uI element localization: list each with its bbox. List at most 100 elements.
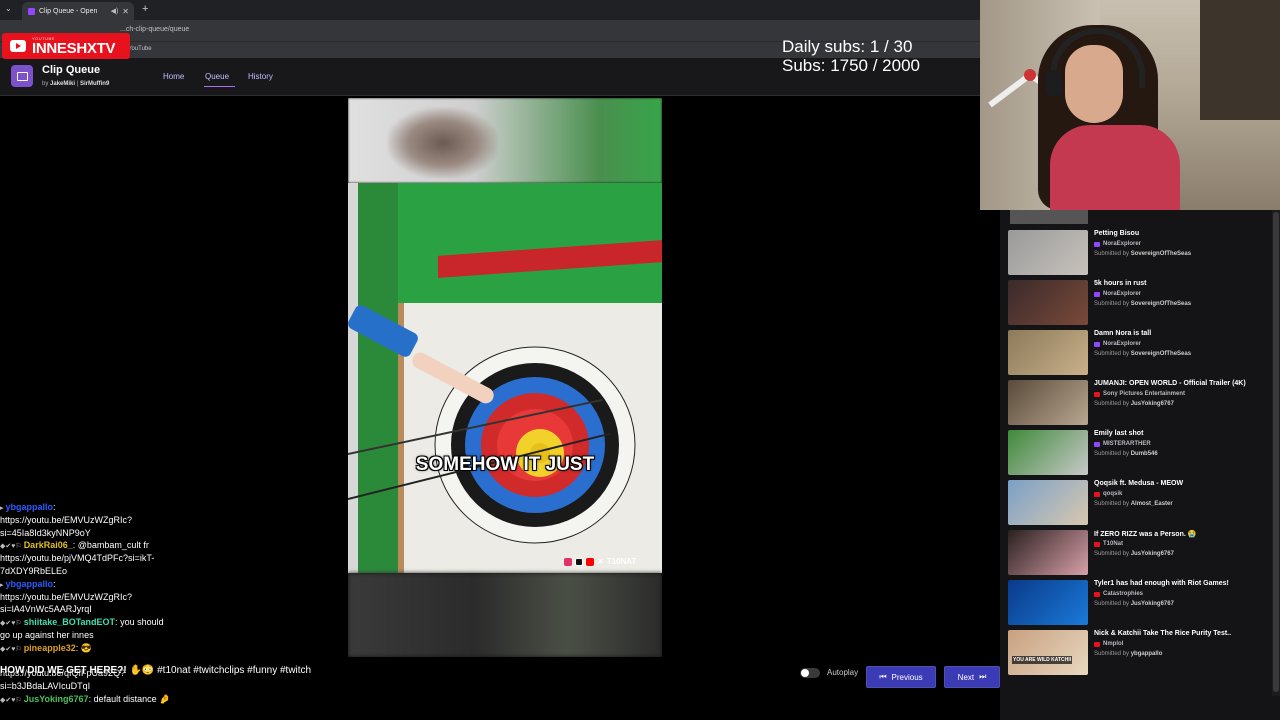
youtube-icon bbox=[1094, 391, 1100, 397]
channel-name: Nmplol bbox=[1103, 641, 1124, 647]
queue-item-thumbnail[interactable] bbox=[1008, 330, 1088, 375]
queue-item[interactable]: JUMANJI: OPEN WORLD - Official Trailer (… bbox=[1008, 380, 1268, 428]
queue-item[interactable]: 5k hours in rust NoraExplorer Submitted by… bbox=[1008, 280, 1268, 328]
chat-username[interactable]: pineapple32 bbox=[24, 643, 76, 653]
chat-username[interactable]: DarkRai06_ bbox=[24, 540, 73, 550]
chat-text: https://youtu.be/EMVUzWZgRIc? bbox=[0, 514, 133, 525]
submitted-prefix: Submitted by bbox=[1094, 401, 1130, 407]
nav-history[interactable]: History bbox=[248, 72, 273, 81]
queue-item-title[interactable]: Tyler1 has had enough with Riot Games! bbox=[1094, 580, 1229, 587]
queue-item[interactable]: Emily last shot MISTERARTHER Submitted by … bbox=[1008, 430, 1268, 478]
chat-message: si=b3JBdaLAVIcuDTqI bbox=[0, 681, 90, 692]
queue-item[interactable]: Tyler1 has had enough with Riot Games! Ca… bbox=[1008, 580, 1268, 628]
queue-item-thumbnail[interactable] bbox=[1008, 480, 1088, 525]
queue-item-title[interactable]: JUMANJI: OPEN WORLD - Official Trailer (… bbox=[1094, 380, 1246, 387]
video-player[interactable]: SOMEHOW IT JUST ✕ T10NAT bbox=[348, 98, 662, 657]
submitted-prefix: Submitted by bbox=[1094, 601, 1130, 607]
app-authors: by JakeMiki | SirMuffin9 bbox=[42, 81, 109, 87]
queue-item-title[interactable]: Emily last shot bbox=[1094, 430, 1143, 437]
submitter-name: ybgappallo bbox=[1130, 651, 1163, 657]
autoplay-toggle-knob[interactable] bbox=[801, 669, 809, 677]
queue-scrollbar-thumb[interactable] bbox=[1273, 212, 1279, 692]
chat-text: @bambam_cult fr bbox=[75, 540, 149, 551]
youtube-icon bbox=[1094, 541, 1100, 547]
submitted-prefix: Submitted by bbox=[1094, 551, 1130, 557]
chat-text: you should bbox=[117, 617, 164, 628]
chat-badges-icon: ◆✔♥⚐ bbox=[0, 645, 22, 653]
submitter-name: Almost_Easter bbox=[1130, 501, 1173, 507]
queue-item-thumbnail[interactable] bbox=[1008, 530, 1088, 575]
chat-message: 7dXDY9RbELEo bbox=[0, 566, 67, 577]
chat-badges-icon: ▸ bbox=[0, 581, 4, 589]
queue-item-thumbnail[interactable] bbox=[1008, 230, 1088, 275]
queue-item-title[interactable]: Nick & Katchii Take The Rice Purity Test… bbox=[1094, 630, 1231, 637]
queue-item-submitter: Submitted by JusYoking6767 bbox=[1094, 601, 1174, 607]
url-text[interactable]: ...ch-clip-queue/queue bbox=[120, 26, 189, 33]
queue-item[interactable]: YOU ARE WILD KATCHII Nick & Katchii Take … bbox=[1008, 630, 1268, 678]
queue-item[interactable]: If ZERO RIZZ was a Person. 😭 T10Nat Submit… bbox=[1008, 530, 1268, 578]
close-tab-icon[interactable]: ✕ bbox=[122, 7, 129, 16]
tab-search-icon[interactable]: ⌄ bbox=[5, 4, 12, 13]
submitter-name: JusYoking6767 bbox=[1130, 601, 1174, 607]
author-link[interactable]: SirMuffin9 bbox=[80, 81, 109, 87]
queue-item-thumbnail[interactable] bbox=[1008, 380, 1088, 425]
queue-item-title[interactable]: If ZERO RIZZ was a Person. 😭 bbox=[1094, 530, 1196, 538]
queue-item-submitter: Submitted by SovereignOfTheSeas bbox=[1094, 301, 1191, 307]
browser-tab[interactable]: Clip Queue - Open ◀) ✕ bbox=[22, 2, 134, 20]
archery-target-rings bbox=[434, 346, 636, 544]
new-tab-icon[interactable]: + bbox=[142, 3, 148, 15]
chat-message: ◆✔♥⚐ pineapple32: 😎 bbox=[0, 643, 92, 655]
next-button[interactable]: Next ⏭ bbox=[944, 666, 1000, 688]
submitted-prefix: Submitted by bbox=[1094, 501, 1130, 507]
speaker-icon[interactable]: ◀) bbox=[111, 7, 119, 15]
queue-item-title[interactable]: 5k hours in rust bbox=[1094, 280, 1147, 287]
queue-item-thumbnail[interactable] bbox=[1008, 280, 1088, 325]
instagram-icon bbox=[564, 557, 572, 566]
queue-item[interactable]: Damn Nora is tall NoraExplorer Submitted b… bbox=[1008, 330, 1268, 378]
tv-logo-icon[interactable] bbox=[11, 65, 33, 87]
nav-home[interactable]: Home bbox=[163, 72, 184, 81]
chat-username[interactable]: ybgappallo bbox=[6, 502, 54, 512]
submitted-prefix: Submitted by bbox=[1094, 451, 1130, 457]
queue-item[interactable]: Qoqsik ft. Medusa - MEOW qoqsik Submitted … bbox=[1008, 480, 1268, 528]
submitter-name: JusYoking6767 bbox=[1130, 551, 1174, 557]
queue-item-submitter: Submitted by JusYoking6767 bbox=[1094, 401, 1174, 407]
queue-item-thumbnail[interactable] bbox=[1010, 210, 1088, 224]
chat-text: si=b3JBdaLAVIcuDTqI bbox=[0, 681, 91, 692]
queue-item-title[interactable]: Damn Nora is tall bbox=[1094, 330, 1151, 337]
nav-queue[interactable]: Queue bbox=[205, 72, 229, 81]
queue-item-thumbnail[interactable]: YOU ARE WILD KATCHII bbox=[1008, 630, 1088, 675]
queue-item-channel: Sony Pictures Entertainment bbox=[1094, 391, 1185, 397]
submitted-prefix: Submitted by bbox=[1094, 251, 1130, 257]
queue-item-title[interactable]: Petting Bisou bbox=[1094, 230, 1139, 237]
chat-text: https://youtu.be/EMVUzWZgRIc? bbox=[0, 591, 133, 602]
app-title[interactable]: Clip Queue bbox=[42, 64, 100, 76]
chat-username[interactable]: ybgappallo bbox=[6, 579, 54, 589]
daily-subs-text: Daily subs: 1 / 30 bbox=[782, 37, 913, 56]
chat-separator: : bbox=[53, 502, 56, 512]
channel-name: INNESHXTV bbox=[32, 39, 116, 57]
chat-message: ◆✔♥⚐ JusYoking6767: default distance 🤌 bbox=[0, 694, 170, 706]
chat-username[interactable]: shiitake_BOTandEOT bbox=[24, 617, 115, 627]
tab-favicon-icon bbox=[28, 7, 35, 15]
twitch-icon bbox=[1094, 341, 1100, 347]
queue-item-title[interactable]: Qoqsik ft. Medusa - MEOW bbox=[1094, 480, 1183, 487]
channel-name: MISTERARTHER bbox=[1103, 441, 1151, 447]
channel-name: Catastrophies bbox=[1103, 591, 1144, 597]
author-link[interactable]: JakeMiki bbox=[50, 81, 75, 87]
previous-icon: ⏮ bbox=[879, 672, 887, 681]
bookmark-youtube[interactable]: YouTube bbox=[128, 46, 152, 52]
autoplay-label: Autoplay bbox=[827, 668, 859, 677]
nav-active-indicator bbox=[204, 86, 235, 87]
sub-goal-overlay: Daily subs: 1 / 30 Subs: 1750 / 2000 bbox=[782, 37, 920, 75]
queue-item-thumbnail[interactable] bbox=[1008, 580, 1088, 625]
queue-item[interactable]: Petting Bisou NoraExplorer Submitted by So… bbox=[1008, 230, 1268, 278]
chat-username[interactable]: JusYoking6767 bbox=[24, 694, 89, 704]
chat-text: go up against her innes bbox=[0, 630, 94, 640]
previous-button[interactable]: ⏮ Previous bbox=[866, 666, 936, 688]
x-icon: ✕ bbox=[597, 557, 604, 566]
queue-item-submitter: Submitted by SovereignOfTheSeas bbox=[1094, 351, 1191, 357]
submitted-prefix: Submitted by bbox=[1094, 301, 1130, 307]
chat-message: si=lA4VnWc5AARJyrqI bbox=[0, 604, 92, 615]
queue-item-thumbnail[interactable] bbox=[1008, 430, 1088, 475]
